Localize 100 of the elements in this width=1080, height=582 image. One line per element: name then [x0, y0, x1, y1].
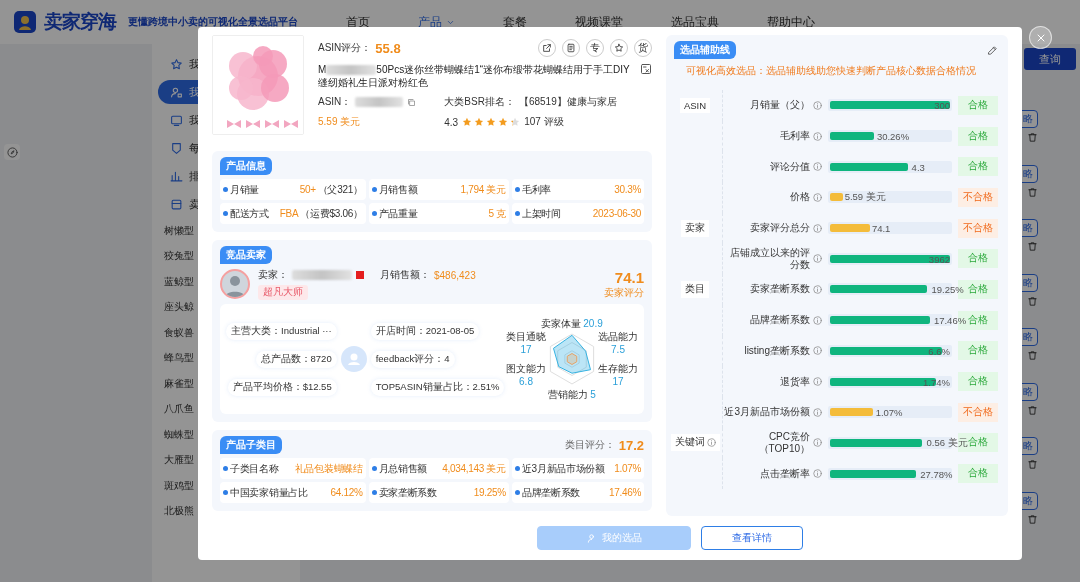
review-count: 107 评级 — [524, 115, 564, 129]
stat-text: 总产品数：8720 — [255, 350, 337, 368]
metric-value: 17.46% — [933, 314, 967, 326]
info-value: 19.25% — [473, 487, 506, 498]
metric-label: 店铺成立以来的评分数 — [729, 246, 810, 271]
bsr-label: 大类BSR排名： — [444, 95, 515, 109]
group-label: ASIN — [679, 97, 711, 113]
metric-label: 卖家评分总分 — [750, 222, 810, 235]
info-value: 5 克 — [488, 206, 506, 221]
guide-subtitle: 可视化高效选品：选品辅助线助您快速判断产品核心数据合格情况 — [686, 65, 977, 78]
metric-value: 300 — [934, 99, 950, 111]
tagline: 更懂跨境中小卖的可视化全景选品平台 — [128, 15, 298, 29]
info-note: （运费$3.06） — [300, 206, 363, 221]
status-tag: 合格 — [958, 95, 998, 115]
radar-label: 卖家体量 20.9 — [541, 318, 603, 329]
metric-label: 近3月新品市场份额 — [724, 406, 810, 419]
logo-text: 卖家穿海 — [44, 10, 116, 34]
status-tag: 合格 — [958, 126, 998, 146]
info-label: 子类目名称 — [230, 461, 279, 476]
metric-label: 毛利率 — [780, 130, 810, 143]
info-note: （父321） — [317, 182, 363, 197]
info-label: 近3月新品市场份额 — [521, 461, 605, 476]
radar-label: 选品能力 7.5 — [598, 331, 638, 355]
price: 5.59 美元 — [318, 115, 361, 129]
section-title: 竞品卖家 — [220, 246, 272, 264]
radar-label: 生存能力 17 — [598, 363, 638, 387]
group-label: 卖家 — [681, 219, 709, 237]
metric-label: 退货率 — [780, 375, 810, 388]
category-score: 17.2 — [618, 437, 644, 453]
status-tag: 合格 — [958, 372, 998, 392]
product-title: M 50Pcs迷你丝带蝴蝶结1“迷你布缎带花蝴蝶结用于手工DIY缝纫婚礼生日派对粉红色 — [318, 63, 631, 89]
status-tag: 合格 — [958, 157, 998, 177]
metric-value: 1.07% — [875, 406, 903, 418]
metric-value: 27.78% — [920, 468, 953, 480]
sales-label: 月销售额： — [380, 268, 430, 282]
metric-label: 卖家垄断系数 — [750, 283, 810, 296]
score-label: ASIN评分： — [318, 41, 372, 55]
stat-text: 产品平均价格：$12.55 — [227, 378, 337, 396]
level-badge: 超凡大师 — [258, 285, 308, 300]
metric-label: CPC竞价（TOP10） — [757, 430, 810, 455]
section-title: 产品信息 — [220, 157, 272, 175]
info-value: 1.07% — [614, 463, 641, 474]
info-label: 配送方式 — [230, 206, 269, 221]
metric-value: 30.26% — [876, 130, 910, 142]
metric-value: 19.25% — [931, 283, 964, 295]
radar-label: 图文能力 6.8 — [506, 363, 546, 387]
metric-label: 评论分值 — [770, 160, 810, 173]
score-label: 卖家评分 — [604, 285, 644, 300]
radar-label: 营销能力 5 — [548, 389, 596, 400]
info-value: 4,034,143 美元 — [442, 461, 506, 476]
info-label: 卖家垄断系数 — [378, 485, 437, 500]
info-value: 2023-06-30 — [592, 208, 641, 219]
stat-text: 开店时间：2021-08-05 — [370, 322, 480, 340]
radar-label: 类目通晓 17 — [506, 331, 546, 355]
status-tag: 合格 — [958, 341, 998, 361]
metric-value: 0.56 美元 — [926, 436, 968, 450]
section-title: 产品子类目 — [220, 436, 282, 454]
status-tag: 合格 — [958, 249, 998, 269]
metric-label: listing垄断系数 — [744, 344, 810, 357]
seller-label: 卖家： — [258, 268, 288, 282]
metric-label: 价格 — [790, 191, 810, 204]
status-tag: 不合格 — [958, 402, 998, 422]
stat-text: TOP5ASIN销量占比：2.51% — [370, 378, 505, 396]
info-value: FBA — [279, 208, 299, 219]
info-value: 64.12% — [330, 487, 363, 498]
info-label: 月销售额 — [378, 182, 418, 197]
metric-label: 品牌垄断系数 — [750, 314, 810, 327]
stat-text: 主营大类：Industrial ··· — [226, 322, 337, 340]
info-label: 上架时间 — [521, 206, 561, 221]
section-title: 选品辅助线 — [674, 41, 736, 59]
sales-value: $486,423 — [434, 269, 476, 281]
info-label: 品牌垄断系数 — [521, 485, 581, 500]
metric-value: 3962 — [928, 253, 950, 265]
score-label: 类目评分： — [564, 438, 615, 452]
bsr-value: 【68519】健康与家居 — [518, 95, 617, 109]
stat-text: feedback评分：4 — [370, 350, 455, 368]
info-value: 50+ — [299, 184, 316, 195]
group-label: 关键词 — [670, 434, 720, 452]
info-label: 月销量 — [230, 182, 260, 197]
metric-value: 74.1 — [871, 222, 891, 234]
info-label: 月总销售额 — [378, 461, 428, 476]
rating: 4.3 — [444, 116, 459, 128]
info-label: 毛利率 — [521, 182, 551, 197]
info-label: 产品重量 — [378, 206, 418, 221]
info-label: 中国卖家销量占比 — [230, 485, 308, 500]
status-tag: 不合格 — [958, 187, 998, 207]
asin-label: ASIN： — [318, 95, 352, 109]
info-value: 礼品包装蝴蝶结 — [294, 461, 363, 476]
status-tag: 不合格 — [958, 218, 998, 238]
info-value: 1,794 美元 — [460, 182, 506, 197]
asin-score: 55.8 — [375, 40, 401, 56]
info-value: 30.3% — [614, 184, 641, 195]
metric-label: 点击垄断率 — [760, 467, 810, 480]
metric-value: 4.3 — [911, 161, 925, 173]
info-value: 17.46% — [608, 487, 641, 498]
seller-score: 74.1 — [614, 268, 644, 286]
metric-label: 月销量（父） — [750, 99, 810, 112]
group-label: 类目 — [681, 280, 709, 298]
metric-value: 5.59 美元 — [844, 190, 886, 204]
status-tag: 合格 — [958, 464, 998, 484]
